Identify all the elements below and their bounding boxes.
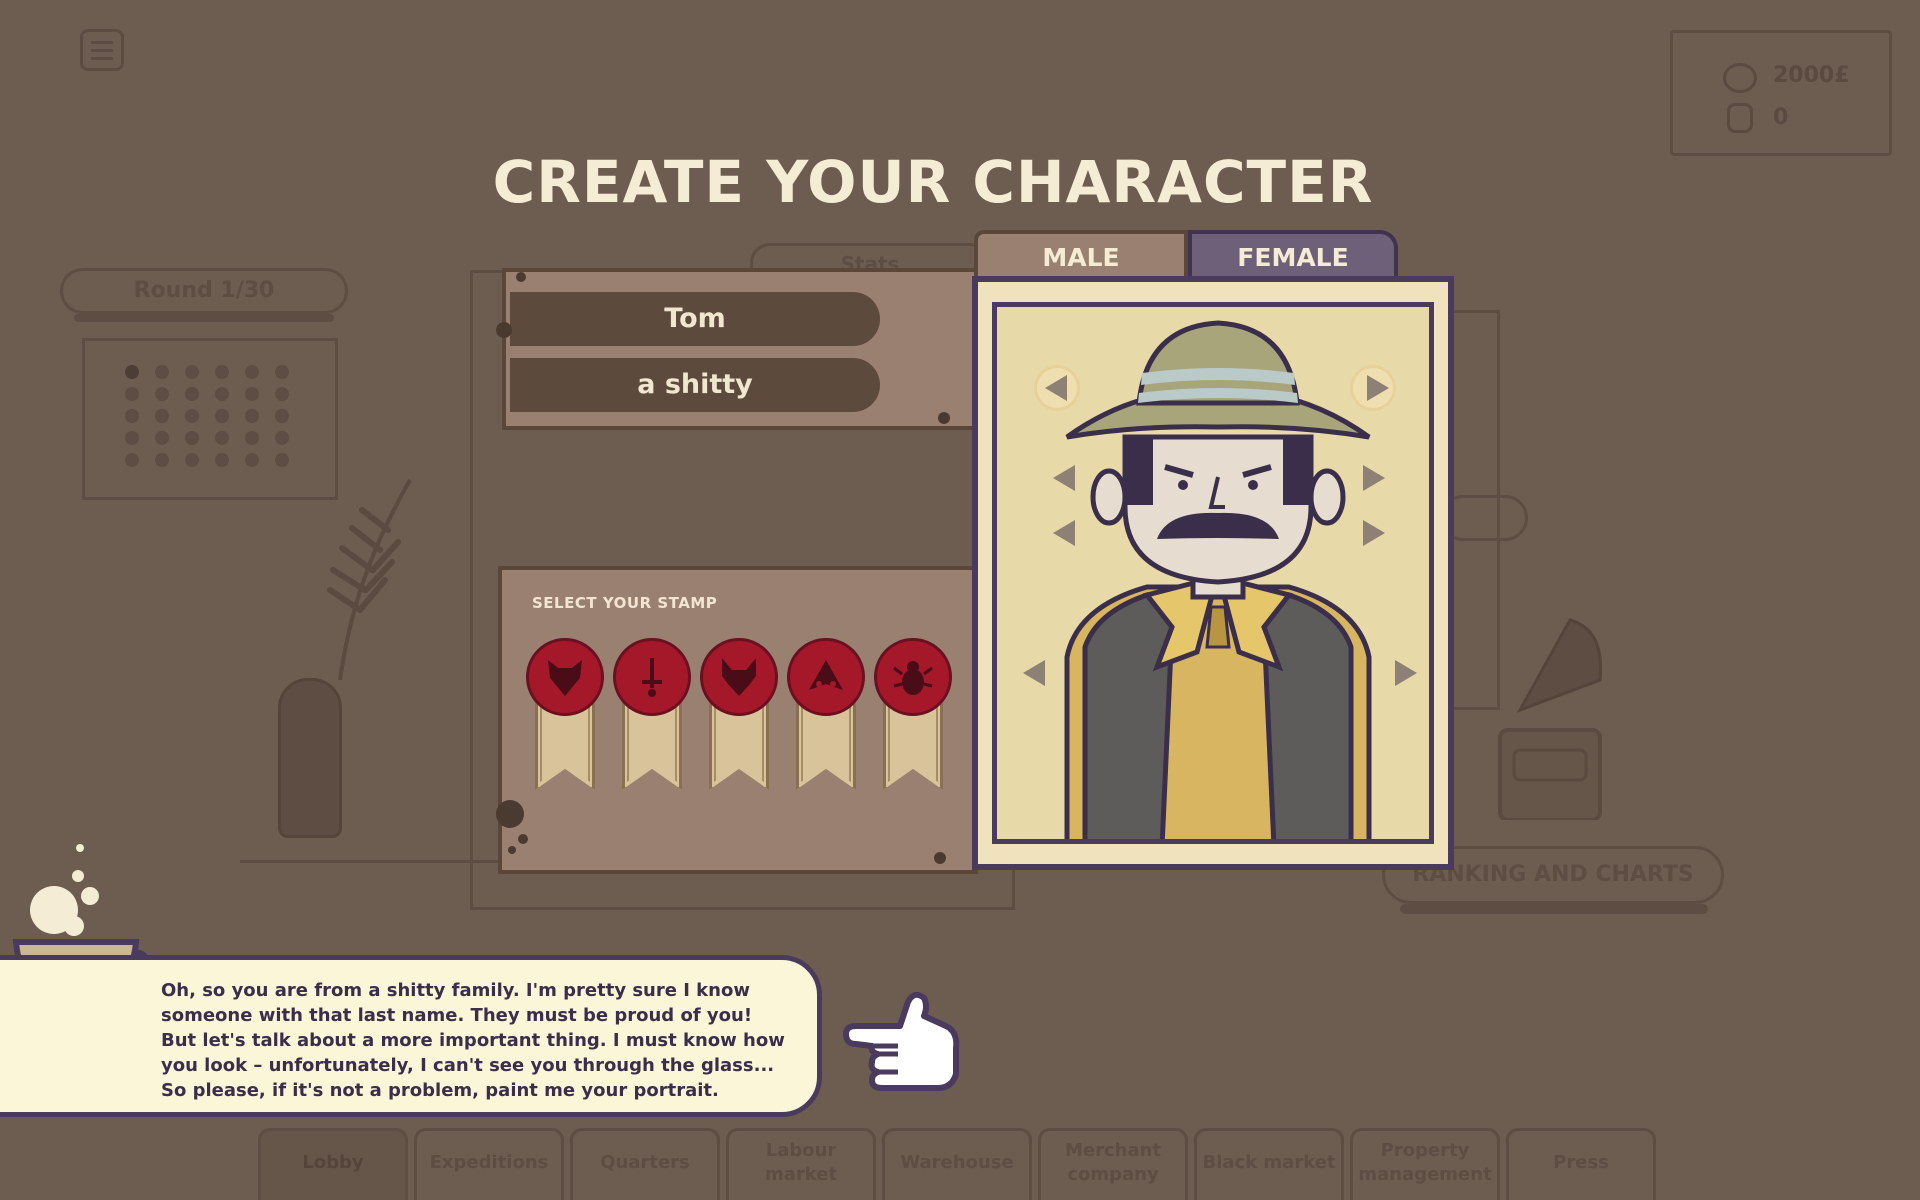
vase (278, 678, 342, 838)
menu-button[interactable] (80, 29, 124, 71)
fox-icon (526, 638, 604, 716)
nav-tab-merchant-company: Merchant company (1038, 1128, 1188, 1200)
family-name-field[interactable]: a shitty (510, 358, 880, 412)
jar-icon (1727, 103, 1753, 133)
name-card: Tom a shitty (496, 268, 978, 430)
nav-tab-lobby: Lobby (258, 1128, 408, 1200)
clothes-prev-arrow[interactable] (1023, 660, 1045, 686)
bottom-nav: Lobby Expeditions Quarters Labour market… (258, 1128, 1658, 1200)
dialogue-box: Oh, so you are from a shitty family. I'm… (0, 955, 822, 1117)
wolf-icon (700, 638, 778, 716)
mustache-prev-arrow[interactable] (1053, 520, 1075, 546)
gramophone-icon (1498, 618, 1603, 820)
moth-icon (787, 638, 865, 716)
mustache-next-arrow[interactable] (1363, 520, 1385, 546)
stamp-label: SELECT YOUR STAMP (532, 594, 718, 612)
page-title: CREATE YOUR CHARACTER (492, 148, 1374, 216)
nav-tab-black-market: Black market (1194, 1128, 1344, 1200)
nav-tab-labour-market: Labour market (726, 1128, 876, 1200)
portrait-frame (972, 276, 1454, 870)
tab-female[interactable]: FEMALE (1188, 230, 1398, 276)
money-value: 2000£ (1773, 63, 1850, 88)
beetle-icon (874, 638, 952, 716)
gender-tabs: MALE FEMALE (974, 230, 1398, 276)
money-panel: 2000£ 0 (1670, 30, 1892, 156)
round-indicator: Round 1/30 (60, 268, 348, 314)
fox-stamp[interactable] (526, 638, 604, 798)
moth-stamp[interactable] (787, 638, 865, 798)
stamp-card: SELECT YOUR STAMP (496, 566, 978, 874)
plant-icon (327, 479, 412, 680)
ranking-underline (1400, 904, 1708, 914)
portrait-canvas (992, 302, 1434, 844)
nav-tab-warehouse: Warehouse (882, 1128, 1032, 1200)
dialogue-text: Oh, so you are from a shitty family. I'm… (161, 980, 785, 1101)
coins-icon (1723, 63, 1757, 93)
clothes-next-arrow[interactable] (1395, 660, 1417, 686)
sword-stamp[interactable] (613, 638, 691, 798)
nav-tab-expeditions: Expeditions (414, 1128, 564, 1200)
stamp-list (526, 638, 952, 798)
face-next-arrow[interactable] (1363, 465, 1385, 491)
beetle-stamp[interactable] (874, 638, 952, 798)
face-prev-arrow[interactable] (1053, 465, 1075, 491)
nav-tab-quarters: Quarters (570, 1128, 720, 1200)
hat-next-arrow[interactable] (1367, 375, 1389, 401)
sword-icon (613, 638, 691, 716)
items-value: 0 (1773, 105, 1789, 130)
first-name-field[interactable]: Tom (510, 292, 880, 346)
nav-tab-property-management: Property management (1350, 1128, 1500, 1200)
nav-tab-press: Press (1506, 1128, 1656, 1200)
tab-male[interactable]: MALE (974, 230, 1188, 276)
round-underline (74, 314, 334, 322)
hat-prev-arrow[interactable] (1045, 375, 1067, 401)
pointing-hand-next-button[interactable] (842, 992, 962, 1092)
wolf-stamp[interactable] (700, 638, 778, 798)
